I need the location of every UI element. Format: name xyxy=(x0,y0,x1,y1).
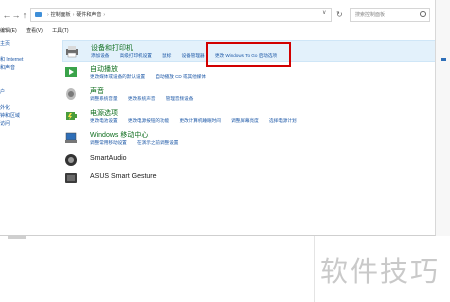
category-mobility-center: Windows 移动中心 调整常用移动设置 在演示之前调整设置 xyxy=(62,128,435,150)
left-nav: 主页 和 Internet 和声音 户 外化 钟和区域 访问 xyxy=(0,40,42,128)
link-device-manager[interactable]: 设备管理器 xyxy=(182,53,205,58)
autoplay-icon xyxy=(65,67,77,77)
category-power: 电源选项 更改电池设置 更改电源按钮的功能 更改计算机睡眠时间 调整屏幕亮度 选… xyxy=(62,106,435,128)
menu-edit[interactable]: 编辑(E) xyxy=(0,27,17,34)
menu-view[interactable]: 查看(V) xyxy=(26,27,43,34)
category-title[interactable]: 声音 xyxy=(90,86,104,96)
category-smartaudio: SmartAudio xyxy=(62,150,435,168)
control-panel-window: ← → ↑ › 控制面板 › 硬件和声音 › ∨ ↻ 搜索控制面板 编辑(E) 查看(V… xyxy=(0,0,436,236)
leftnav-item[interactable]: 和声音 xyxy=(0,64,42,72)
search-placeholder: 搜索控制面板 xyxy=(355,12,386,18)
breadcrumb-hardware-sound[interactable]: 硬件和声音 xyxy=(76,12,101,18)
category-sound: 声音 调整系统音量 更改系统声音 管理音频设备 xyxy=(62,84,435,106)
up-button[interactable]: ↑ xyxy=(20,9,30,21)
breadcrumb-control-panel[interactable]: 控制面板 xyxy=(51,12,71,18)
link-mouse[interactable]: 鼠标 xyxy=(162,53,171,58)
address-bar[interactable]: › 控制面板 › 硬件和声音 › xyxy=(30,8,332,22)
divider xyxy=(314,236,315,302)
menubar: 编辑(E) 查看(V) 工具(T) xyxy=(0,27,77,37)
link-volume[interactable]: 调整系统音量 xyxy=(90,96,118,101)
category-title[interactable]: Windows 移动中心 xyxy=(90,130,148,140)
speaker-icon xyxy=(66,88,76,100)
leftnav-item[interactable]: 访问 xyxy=(0,120,42,128)
background-window-edge xyxy=(436,0,450,236)
category-title[interactable]: ASUS Smart Gesture xyxy=(90,173,157,180)
category-title[interactable]: 设备和打印机 xyxy=(91,43,133,53)
power-icon xyxy=(66,112,77,120)
folder-icon xyxy=(35,12,42,17)
leftnav-item[interactable]: 户 xyxy=(0,88,42,96)
address-row: ← → ↑ › 控制面板 › 硬件和声音 › ∨ ↻ 搜索控制面板 xyxy=(0,8,435,24)
leftnav-item[interactable]: 主页 xyxy=(0,40,42,48)
category-asus-gesture: ASUS Smart Gesture xyxy=(62,168,435,186)
link-presentation[interactable]: 在演示之前调整设置 xyxy=(137,140,178,145)
smartaudio-icon xyxy=(65,154,77,166)
category-title[interactable]: 自动播放 xyxy=(90,64,118,74)
search-icon xyxy=(420,11,426,17)
menu-tools[interactable]: 工具(T) xyxy=(52,27,68,34)
leftnav-item[interactable] xyxy=(0,72,42,80)
link-default-media[interactable]: 更改媒体或设备的默认设置 xyxy=(90,74,145,79)
link-audio-devices[interactable]: 管理音频设备 xyxy=(166,96,194,101)
leftnav-item[interactable]: 和 Internet xyxy=(0,56,42,64)
leftnav-item[interactable] xyxy=(0,80,42,88)
link-system-sounds[interactable]: 更改系统声音 xyxy=(128,96,156,101)
link-power-plan[interactable]: 选择电源计划 xyxy=(269,118,297,123)
link-add-device[interactable]: 添加设备 xyxy=(91,53,109,58)
link-autoplay-cd[interactable]: 自动播放 CD 或其他媒体 xyxy=(155,74,206,79)
leftnav-item[interactable] xyxy=(0,96,42,104)
search-input[interactable]: 搜索控制面板 xyxy=(350,8,430,22)
refresh-icon[interactable]: ↻ xyxy=(336,9,343,21)
annotation-highlight-box xyxy=(206,42,291,67)
category-title[interactable]: SmartAudio xyxy=(90,155,127,162)
touchpad-icon xyxy=(65,173,77,183)
category-title[interactable]: 电源选项 xyxy=(90,108,118,118)
printer-icon xyxy=(66,46,78,58)
link-mobility-settings[interactable]: 调整常用移动设置 xyxy=(90,140,127,145)
link-sleep-time[interactable]: 更改计算机睡眠时间 xyxy=(180,118,221,123)
address-dropdown-icon[interactable]: ∨ xyxy=(322,9,326,16)
divider xyxy=(8,236,26,239)
link-brightness[interactable]: 调整屏幕亮度 xyxy=(231,118,259,123)
link-advanced-printer[interactable]: 高级打印机设置 xyxy=(120,53,152,58)
link-battery-settings[interactable]: 更改电池设置 xyxy=(90,118,118,123)
mobility-icon xyxy=(65,132,77,143)
link-power-button[interactable]: 更改电源按钮的功能 xyxy=(128,118,169,123)
background-icon xyxy=(441,58,446,61)
leftnav-item[interactable]: 钟和区域 xyxy=(0,112,42,120)
watermark-text: 软件技巧 xyxy=(320,255,441,288)
leftnav-item[interactable]: 外化 xyxy=(0,104,42,112)
leftnav-item[interactable] xyxy=(0,48,42,56)
